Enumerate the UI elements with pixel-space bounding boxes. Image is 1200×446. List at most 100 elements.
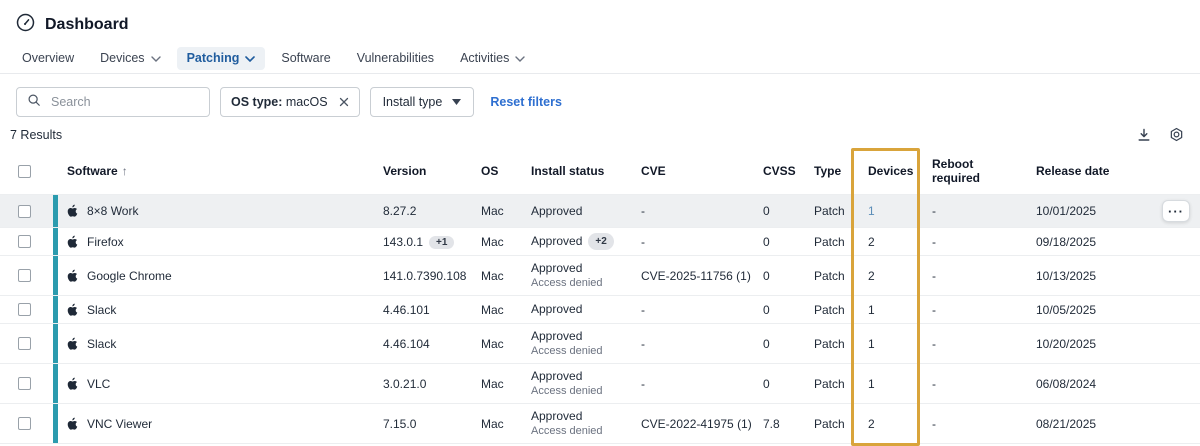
install-substatus: Access denied xyxy=(531,345,635,358)
cve-cell: CVE-2025-11756 (1) xyxy=(641,256,763,296)
software-cell: VNC Viewer xyxy=(45,404,383,444)
install-status-cell: Approved xyxy=(531,296,641,324)
install-status-cell: Approved+2 xyxy=(531,228,641,256)
release-date-value: 10/20/2025 xyxy=(1036,337,1096,351)
close-icon[interactable] xyxy=(339,97,349,107)
install-status-value: Approved xyxy=(531,261,582,275)
chip-label: OS type: xyxy=(231,95,282,109)
table-row[interactable]: 8×8 Work8.27.2MacApproved-0Patch1-10/01/… xyxy=(0,195,1200,228)
row-checkbox[interactable] xyxy=(18,377,31,390)
software-cell: VLC xyxy=(45,364,383,404)
reboot-required-value: - xyxy=(932,417,936,431)
col-header-release-date[interactable]: Release date xyxy=(1026,148,1142,195)
tab-vulnerabilities[interactable]: Vulnerabilities xyxy=(347,47,444,70)
tab-overview[interactable]: Overview xyxy=(12,47,84,70)
cve-value: - xyxy=(641,204,645,218)
search-input[interactable] xyxy=(49,94,199,110)
col-header-os[interactable]: OS xyxy=(481,148,531,195)
tab-patching[interactable]: Patching xyxy=(177,47,266,70)
table-row[interactable]: Slack4.46.104MacApprovedAccess denied-0P… xyxy=(0,324,1200,364)
software-name: 8×8 Work xyxy=(87,204,138,218)
version-value: 3.0.21.0 xyxy=(383,377,426,391)
install-status-value: Approved xyxy=(531,409,582,423)
row-checkbox[interactable] xyxy=(18,417,31,430)
version-cell: 3.0.21.0 xyxy=(383,364,481,404)
software-cell: Slack xyxy=(45,324,383,364)
row-checkbox[interactable] xyxy=(18,303,31,316)
os-cell: Mac xyxy=(481,404,531,444)
sort-asc-icon: ↑ xyxy=(122,164,128,178)
version-value: 4.46.104 xyxy=(383,337,430,351)
col-header-version[interactable]: Version xyxy=(383,148,481,195)
col-header-cve[interactable]: CVE xyxy=(641,148,763,195)
select-all-checkbox[interactable] xyxy=(18,165,31,178)
cve-value: - xyxy=(641,303,645,317)
devices-count[interactable]: 1 xyxy=(868,204,875,218)
table-row[interactable]: Google Chrome141.0.7390.108MacApprovedAc… xyxy=(0,256,1200,296)
devices-cell: 2 xyxy=(858,404,918,444)
reboot-required-value: - xyxy=(932,269,936,283)
tab-software[interactable]: Software xyxy=(271,47,340,70)
release-date-cell: 08/21/2025 xyxy=(1026,404,1142,444)
row-color-bar xyxy=(53,404,58,443)
cve-cell: CVE-2022-41975 (1) xyxy=(641,404,763,444)
install-status-cell: ApprovedAccess denied xyxy=(531,256,641,296)
col-header-cvss[interactable]: CVSS xyxy=(763,148,814,195)
col-header-install-status[interactable]: Install status xyxy=(531,148,641,195)
row-checkbox[interactable] xyxy=(18,205,31,218)
row-checkbox[interactable] xyxy=(18,235,31,248)
devices-cell: 1 xyxy=(858,296,918,324)
table-row[interactable]: Firefox143.0.1+1MacApproved+2-0Patch2-09… xyxy=(0,228,1200,256)
row-actions-cell xyxy=(1142,296,1200,324)
reboot-required-cell: - xyxy=(918,256,1026,296)
cvss-value: 0 xyxy=(763,204,770,218)
row-checkbox[interactable] xyxy=(18,269,31,282)
install-type-dropdown[interactable]: Install type xyxy=(370,87,475,117)
table-row[interactable]: Slack4.46.101MacApproved-0Patch1-10/05/2… xyxy=(0,296,1200,324)
row-actions-cell xyxy=(1142,228,1200,256)
cvss-value: 0 xyxy=(763,269,770,283)
row-actions-button[interactable]: ··· xyxy=(1162,200,1190,222)
os-cell: Mac xyxy=(481,364,531,404)
gear-icon[interactable] xyxy=(1169,127,1184,142)
col-header-reboot-required[interactable]: Reboot required xyxy=(918,148,1026,195)
reboot-required-cell: - xyxy=(918,364,1026,404)
version-count-badge: +1 xyxy=(429,236,454,249)
cve-value: - xyxy=(641,377,645,391)
software-name: Firefox xyxy=(87,235,124,249)
cvss-cell: 0 xyxy=(763,324,814,364)
cve-cell: - xyxy=(641,364,763,404)
tab-devices[interactable]: Devices xyxy=(90,47,170,70)
software-cell: Google Chrome xyxy=(45,256,383,296)
cvss-cell: 0 xyxy=(763,364,814,404)
col-header-type[interactable]: Type xyxy=(814,148,858,195)
filter-chip-os-type[interactable]: OS type: macOS xyxy=(220,87,360,117)
row-color-bar xyxy=(53,228,58,255)
os-cell: Mac xyxy=(481,195,531,228)
devices-count: 2 xyxy=(868,417,875,431)
patching-table-wrap: Software↑ Version OS Install status CVE … xyxy=(0,148,1200,444)
devices-cell: 2 xyxy=(858,256,918,296)
search-box[interactable] xyxy=(16,87,210,117)
release-date-value: 10/13/2025 xyxy=(1036,269,1096,283)
release-date-value: 10/05/2025 xyxy=(1036,303,1096,317)
reboot-required-value: - xyxy=(932,204,936,218)
row-checkbox-cell xyxy=(0,324,45,364)
search-icon xyxy=(27,93,41,112)
col-header-devices[interactable]: Devices xyxy=(858,148,918,195)
type-value: Patch xyxy=(814,417,845,431)
row-actions-cell xyxy=(1142,324,1200,364)
reboot-required-cell: - xyxy=(918,404,1026,444)
col-header-software[interactable]: Software↑ xyxy=(45,148,383,195)
table-row[interactable]: VNC Viewer7.15.0MacApprovedAccess denied… xyxy=(0,404,1200,444)
reset-filters-link[interactable]: Reset filters xyxy=(490,95,562,109)
download-icon[interactable] xyxy=(1137,128,1151,142)
reboot-required-value: - xyxy=(932,337,936,351)
row-checkbox[interactable] xyxy=(18,337,31,350)
release-date-cell: 10/05/2025 xyxy=(1026,296,1142,324)
cvss-cell: 0 xyxy=(763,256,814,296)
tab-activities[interactable]: Activities xyxy=(450,47,535,70)
os-value: Mac xyxy=(481,417,504,431)
table-row[interactable]: VLC3.0.21.0MacApprovedAccess denied-0Pat… xyxy=(0,364,1200,404)
apple-icon xyxy=(67,303,78,316)
